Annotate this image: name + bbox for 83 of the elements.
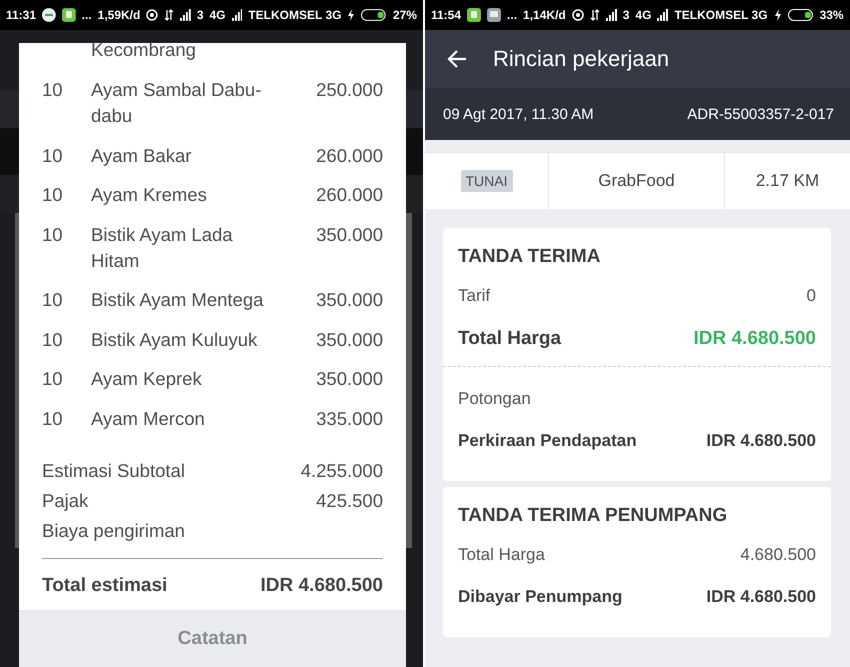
back-icon[interactable] [447,50,467,68]
battery-icon [361,9,387,21]
distance: 2.17 KM [756,171,820,191]
summary-value: 4.255.000 [300,458,383,482]
data-transfer-icon [164,9,174,21]
row-label: Total Harga [458,545,545,565]
carrier-name: TELKOMSEL 3G [248,8,342,22]
summary-value: 425.500 [315,488,383,512]
summary-label: Pajak [42,488,90,513]
item-price: 335.000 [315,406,383,430]
notes-button[interactable]: Catatan [19,610,406,667]
network-speed: 1,14K/d [523,8,566,22]
row-label: Potongan [458,389,531,409]
carrier-name: TELKOMSEL 3G [674,8,768,22]
row-label: Dibayar Penumpang [458,587,622,607]
item-quantity: 10 [42,328,64,352]
app-notification-icon [62,8,76,22]
status-time: 11:31 [6,8,36,22]
sim-label: 3 [196,8,204,22]
battery-percent: 27% [392,8,417,22]
row-label: Total Harga [458,328,562,350]
item-name: Ayam Sambal Dabu-dabu [91,78,262,128]
network-type: 4G [635,8,652,22]
item-name: Bistik Ayam Lada Hitam [91,222,234,272]
battery-icon [788,9,814,21]
card-title: TANDA TERIMA [458,246,602,268]
item-name: Ayam Kremes [91,183,208,207]
item-price: 350.000 [315,328,383,352]
item-name: Ayam Keprek [91,367,203,391]
service-name: GrabFood [598,171,675,191]
item-name: Ayam Bakar [91,144,192,168]
item-name: Ayam Mercon [91,406,206,431]
total-label: Total estimasi [42,574,168,596]
app-notification-icon [467,8,482,22]
app-notification-icon [42,8,56,22]
signal-icon [180,9,191,21]
order-date: 09 Agt 2017, 11.30 AM [443,106,594,122]
item-quantity: 10 [42,222,64,246]
item-quantity: 10 [42,183,64,207]
row-label: Perkiraan Pendapatan [458,431,637,451]
battery-percent: 33% [820,8,844,22]
screen-title: Rincian pekerjaan [493,46,670,72]
item-price: 350.000 [315,367,383,391]
item-price: 250.000 [315,78,383,102]
sim-label: 3 [622,8,630,22]
network-type: 4G [210,8,226,22]
app-notification-icon [487,8,502,22]
item-quantity: 10 [42,288,64,312]
status-time: 11:54 [431,8,462,22]
item-name: Kecombrang [90,38,197,62]
summary-label: Estimasi Subtotal [42,458,186,482]
payment-tag: TUNAI [460,170,512,192]
item-price: 260.000 [315,144,383,168]
charging-icon [774,9,782,21]
row-value: 0 [806,286,816,306]
item-price: 260.000 [315,183,383,207]
row-value: IDR 4.680.500 [706,587,816,607]
signal-icon [657,9,668,21]
signal-icon [606,9,617,21]
item-name: Bistik Ayam Mentega [91,288,264,312]
item-quantity: 10 [42,406,64,430]
item-quantity: 10 [42,78,64,102]
charging-icon [347,9,356,21]
total-value: IDR 4.680.500 [260,574,383,596]
item-quantity: 10 [42,367,64,391]
item-quantity: 10 [42,144,64,168]
item-price: 350.000 [315,288,383,312]
hotspot-icon [572,9,584,21]
item-price: 350.000 [315,222,383,246]
row-value: IDR 4.680.500 [706,431,816,451]
card-title: TANDA TERIMA PENUMPANG [458,505,728,527]
item-name: Bistik Ayam Kuluyuk [91,328,258,352]
more-notifications: ... [82,8,92,22]
row-label: Tarif [458,286,490,306]
hotspot-icon [146,9,158,21]
more-notifications: ... [507,8,518,22]
row-value: IDR 4.680.500 [693,328,816,350]
signal-icon [232,9,242,21]
order-id: ADR-55003357-2-017 [687,106,834,122]
summary-label: Biaya pengiriman [42,518,186,543]
row-value: 4.680.500 [740,545,816,565]
data-transfer-icon [590,9,600,21]
network-speed: 1,59K/d [98,8,140,22]
